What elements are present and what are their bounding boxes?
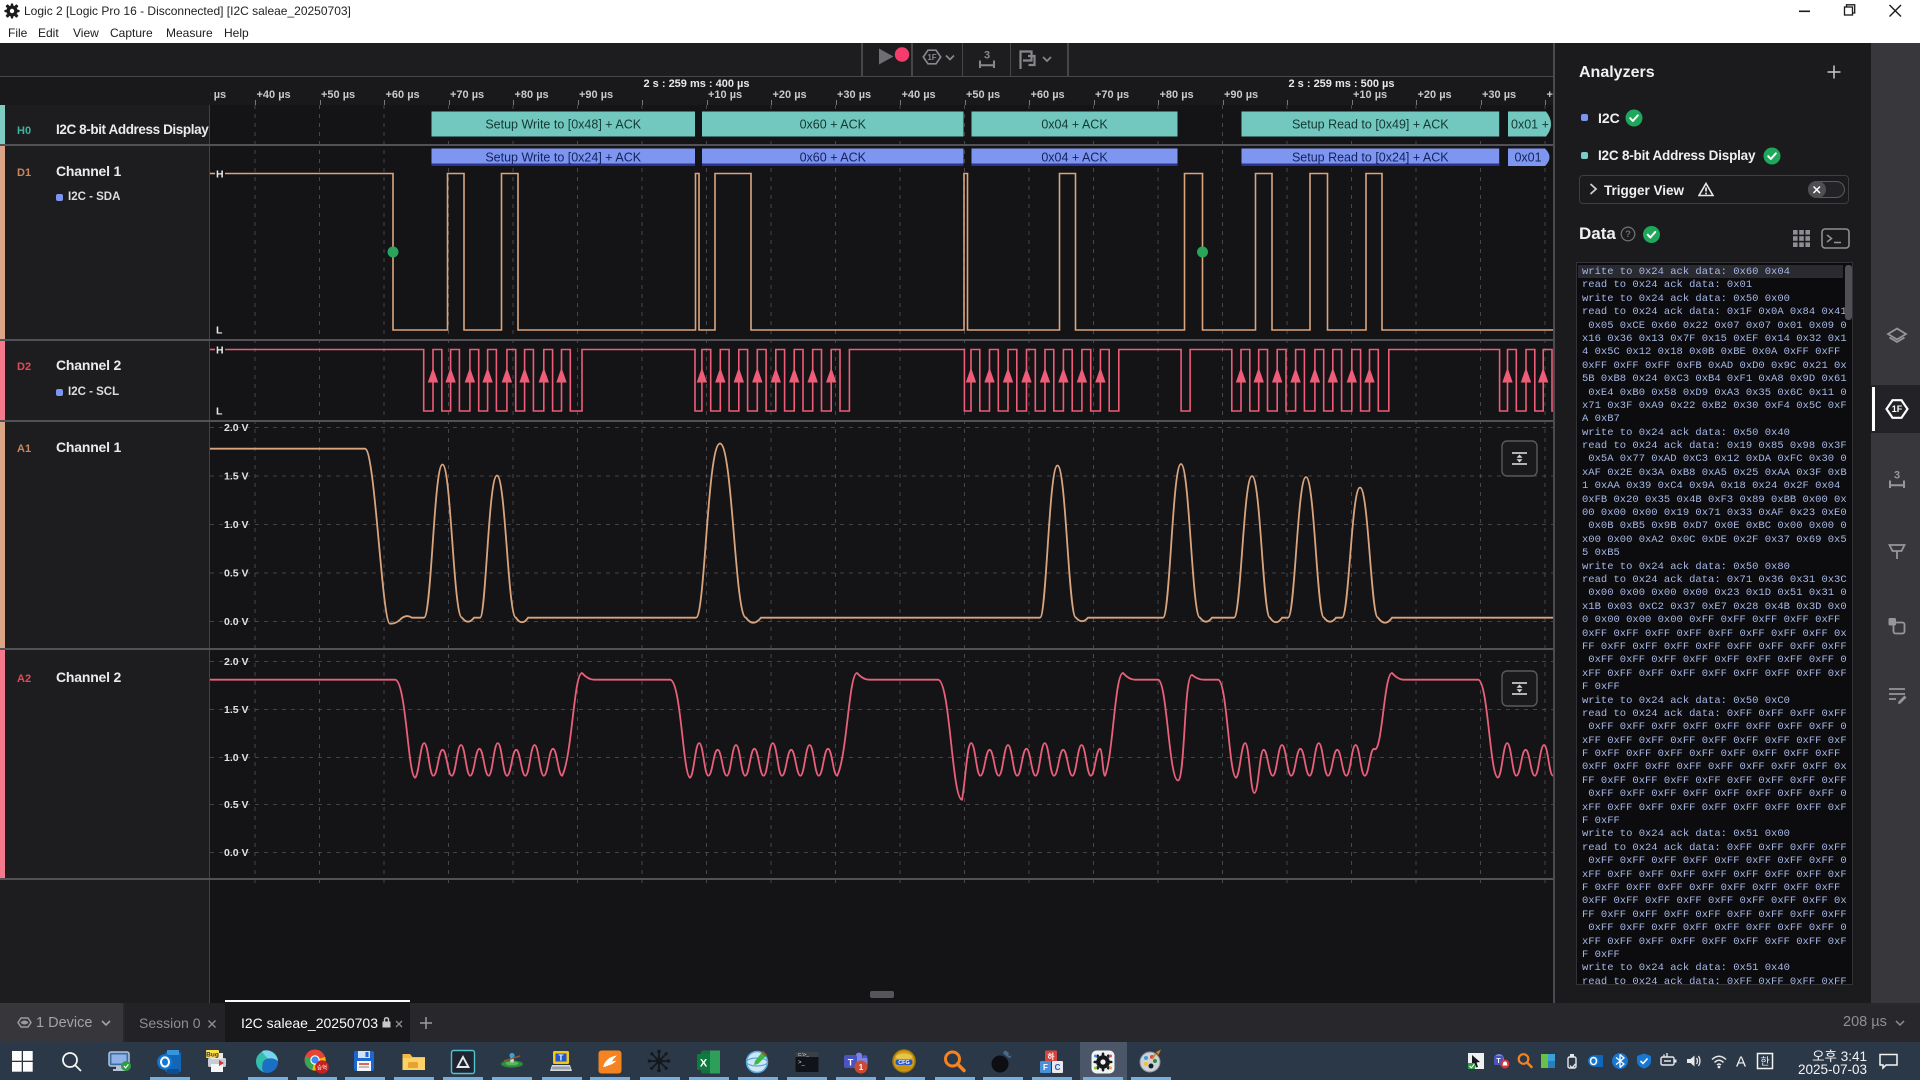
svg-text:Setup Write to [0x24] + ACK: Setup Write to [0x24] + ACK <box>485 151 641 165</box>
svg-text:0.5 V: 0.5 V <box>224 799 249 811</box>
svg-text:0x04 + ACK: 0x04 + ACK <box>1041 151 1108 165</box>
svg-text:>_: >_ <box>798 1060 806 1066</box>
svg-text:0x60 + ACK: 0x60 + ACK <box>800 118 867 132</box>
svg-text:Bug: Bug <box>206 1052 219 1059</box>
svg-text:0x01 + N: 0x01 + N <box>1511 118 1553 132</box>
svg-text:하: 하 <box>1048 1051 1055 1061</box>
svg-text:H: H <box>216 345 224 357</box>
svg-text:1.5 V: 1.5 V <box>224 704 249 716</box>
svg-text:0.0 V: 0.0 V <box>224 847 249 859</box>
svg-text:0x01: 0x01 <box>1514 151 1541 165</box>
svg-text:L: L <box>216 406 223 418</box>
svg-text:2.0 V: 2.0 V <box>224 656 249 668</box>
svg-text:0x04 + ACK: 0x04 + ACK <box>1041 118 1108 132</box>
svg-text:1.0 V: 1.0 V <box>224 752 249 764</box>
svg-text:X: X <box>700 1058 708 1070</box>
svg-text:1: 1 <box>859 1063 864 1072</box>
svg-text:Setup Read to [0x24] + ACK: Setup Read to [0x24] + ACK <box>1292 151 1449 165</box>
svg-text:C: C <box>1055 1063 1061 1072</box>
svg-text:2.0 V: 2.0 V <box>224 422 249 434</box>
svg-text:L: L <box>216 325 223 337</box>
svg-text:0.0 V: 0.0 V <box>224 616 249 628</box>
svg-text:1F: 1F <box>927 53 936 62</box>
svg-text:Setup Read to [0x49] + ACK: Setup Read to [0x49] + ACK <box>1292 118 1449 132</box>
svg-text:Setup Write to [0x48] + ACK: Setup Write to [0x48] + ACK <box>485 118 641 132</box>
svg-text:3: 3 <box>984 50 990 62</box>
svg-text:T: T <box>559 1054 564 1063</box>
svg-text:1F: 1F <box>1892 404 1903 414</box>
svg-text:0x60 + ACK: 0x60 + ACK <box>800 151 867 165</box>
svg-text:승혁: 승혁 <box>317 1065 327 1072</box>
svg-text:F: F <box>1043 1063 1048 1072</box>
svg-text:1.0 V: 1.0 V <box>224 519 249 531</box>
svg-text:1.5 V: 1.5 V <box>224 471 249 483</box>
svg-text:3: 3 <box>1894 470 1900 482</box>
svg-text:A: A <box>1736 1054 1746 1071</box>
svg-text:0.5 V: 0.5 V <box>224 568 249 580</box>
svg-text:?: ? <box>1625 229 1631 240</box>
svg-text:H: H <box>216 169 224 181</box>
svg-text:한: 한 <box>1760 1056 1769 1068</box>
svg-text:T: T <box>848 1058 854 1068</box>
svg-text:C:\>_: C:\>_ <box>798 1052 809 1057</box>
